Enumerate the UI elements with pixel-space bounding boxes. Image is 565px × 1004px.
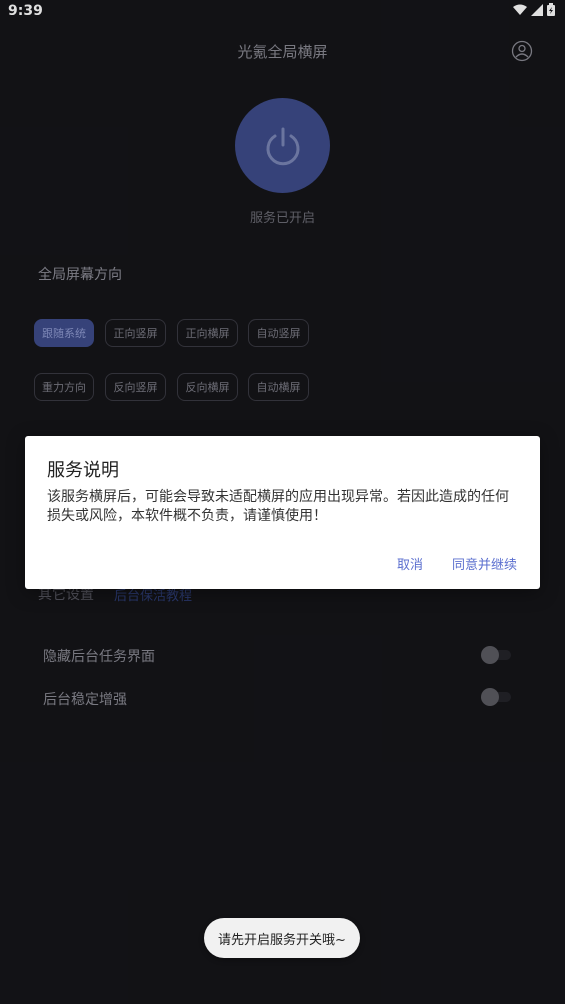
dialog-body: 该服务横屏后，可能会导致未适配横屏的应用出现异常。若因此造成的任何损失或风险，本… — [47, 489, 509, 524]
service-dialog: 服务说明 该服务横屏后，可能会导致未适配横屏的应用出现异常。若因此造成的任何损失… — [25, 436, 540, 589]
toast-message: 请先开启服务开关哦~ — [204, 918, 360, 958]
agree-continue-button[interactable]: 同意并继续 — [452, 554, 517, 573]
cancel-button[interactable]: 取消 — [397, 554, 423, 573]
dialog-title: 服务说明 — [47, 460, 119, 481]
